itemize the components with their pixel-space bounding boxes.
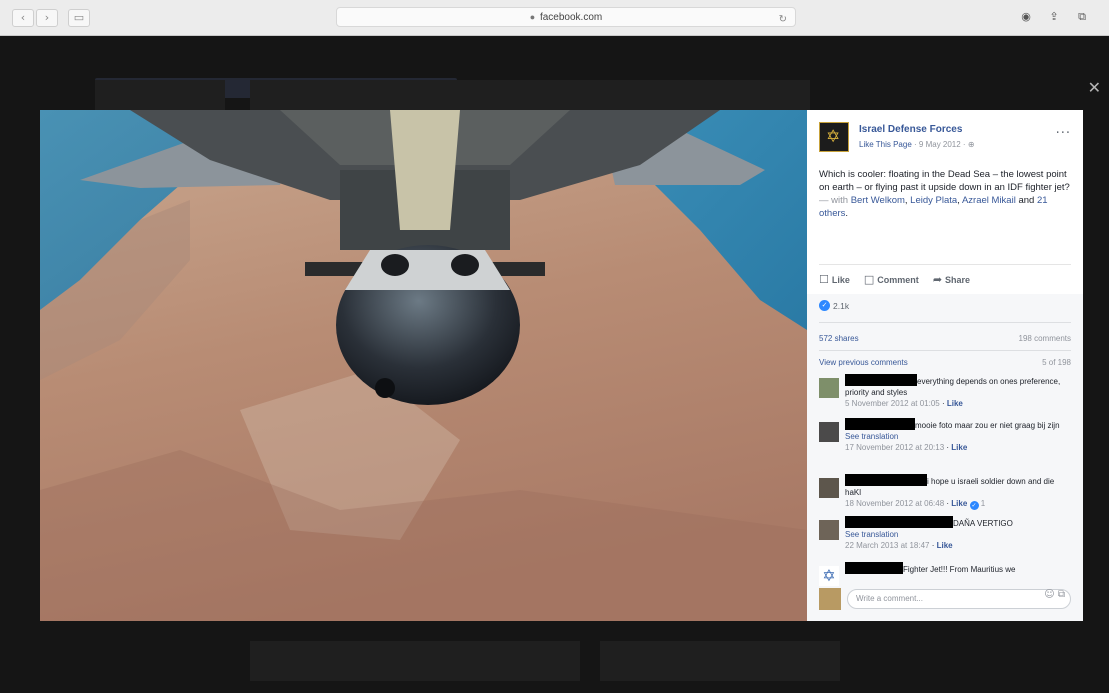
like-button[interactable]: ☐ Like	[819, 273, 850, 286]
blurred-block	[600, 641, 840, 681]
tagged-user-link[interactable]: Bert Welkom	[851, 195, 905, 206]
star-of-david-icon[interactable]: ✡	[819, 566, 839, 586]
commenter-avatar[interactable]	[819, 378, 839, 398]
post-actions: ☐ Like □ Comment ➦ Share	[819, 264, 1071, 294]
current-user-avatar	[819, 588, 841, 610]
comment-text: mooie foto maar zou er niet graag bij zi…	[915, 421, 1060, 430]
comment-time: 22 March 2013 at 18:47	[845, 541, 930, 550]
more-options-icon[interactable]: ···	[1056, 126, 1071, 141]
reaction-count: 2.1k	[833, 300, 850, 311]
comment-item: ✡ Fighter Jet!!! From Mauritius we	[819, 562, 1071, 586]
comment-time: 17 November 2012 at 20:13	[845, 443, 945, 452]
comments-shown-count: 5 of 198	[1042, 358, 1071, 367]
blurred-block	[250, 641, 580, 681]
comment-time: 5 November 2012 at 01:05	[845, 399, 940, 408]
redacted-name	[845, 374, 917, 386]
post-date: · 9 May 2012 · ⊕	[914, 140, 975, 149]
page-avatar[interactable]: ✡	[819, 122, 849, 152]
comment-button[interactable]: □ Comment	[864, 273, 919, 286]
comment-like-link[interactable]: Like	[947, 399, 963, 408]
redacted-name	[845, 562, 903, 574]
tagged-user-link[interactable]: Azrael Mikail	[962, 195, 1016, 206]
comment-body: i hope u israeli soldier down and die ha…	[845, 474, 1071, 510]
sidebar-toggle-icon[interactable]: ▭	[68, 9, 90, 27]
like-reaction-icon: ✓	[969, 501, 979, 510]
comment-time: 18 November 2012 at 06:48	[845, 499, 945, 508]
url-text: facebook.com	[539, 12, 603, 23]
forward-button[interactable]: ›	[36, 9, 58, 27]
commenter-avatar[interactable]	[819, 520, 839, 540]
reload-icon[interactable]: ↻	[779, 11, 787, 29]
comment-body: everything depends on ones preference, p…	[845, 374, 1071, 409]
emoji-photo-icons[interactable]: ☺ ⧉	[1044, 589, 1065, 600]
browser-tools: ◉ ⇪ ⧉	[1017, 8, 1091, 26]
comment-like-link[interactable]: Like	[951, 499, 967, 508]
divider	[819, 322, 1071, 323]
post-caption: Which is cooler: floating in the Dead Se…	[819, 169, 1070, 219]
privacy-icon[interactable]: ◉	[1017, 8, 1035, 26]
see-translation-link[interactable]: See translation	[845, 432, 898, 441]
shares-link[interactable]: 572 shares	[819, 334, 859, 343]
post-side-panel: ✡ Israel Defense Forces Like This Page ·…	[807, 110, 1083, 621]
comment-item: mooie foto maar zou er niet graag bij zi…	[819, 418, 1071, 466]
comment-icon: □	[863, 273, 875, 286]
comment-body: DAÑA VERTIGO See translation 22 March 20…	[845, 516, 1071, 551]
nav-buttons: ‹ › ▭	[12, 9, 90, 27]
address-bar[interactable]: ● facebook.com ↻	[336, 7, 796, 27]
star-of-david-icon: ✡	[826, 127, 841, 147]
comment-body: mooie foto maar zou er niet graag bij zi…	[845, 418, 1071, 453]
see-translation-link[interactable]: See translation	[845, 530, 898, 539]
redacted-name	[845, 418, 915, 430]
like-reaction-icon: ✓	[819, 300, 830, 311]
commenter-avatar[interactable]	[819, 478, 839, 498]
comment-label: Comment	[877, 274, 919, 285]
close-icon[interactable]: ✕	[1088, 78, 1101, 97]
view-previous-comments-link[interactable]: View previous comments	[819, 358, 908, 367]
comment-text: DAÑA VERTIGO	[953, 519, 1013, 528]
comment-like-link[interactable]: Like	[937, 541, 953, 550]
browser-toolbar: ‹ › ▭ ● facebook.com ↻ ◉ ⇪ ⧉	[0, 0, 1109, 36]
comment-item: i hope u israeli soldier down and die ha…	[819, 474, 1071, 510]
lock-icon: ●	[529, 12, 536, 22]
fighter-jet-photo	[40, 110, 807, 621]
redacted-name	[845, 516, 953, 528]
and-label: and	[1018, 195, 1035, 206]
like-page-link[interactable]: Like This Page	[859, 140, 912, 149]
write-comment-box: Write a comment... ☺ ⧉	[819, 586, 1071, 612]
comments-count[interactable]: 198 comments	[1019, 334, 1071, 343]
thumbs-up-icon: ☐	[819, 273, 829, 286]
comment-text: Fighter Jet!!! From Mauritius we	[903, 565, 1016, 574]
tabs-icon[interactable]: ⧉	[1073, 8, 1091, 26]
post-header: ✡ Israel Defense Forces Like This Page ·…	[819, 122, 1071, 158]
back-button[interactable]: ‹	[12, 9, 34, 27]
share-button[interactable]: ➦ Share	[933, 273, 970, 286]
comment-input[interactable]: Write a comment...	[847, 589, 1071, 609]
tagged-user-link[interactable]: Leidy Plata	[910, 195, 957, 206]
comment-item: DAÑA VERTIGO See translation 22 March 20…	[819, 516, 1071, 556]
comment-like-link[interactable]: Like	[951, 443, 967, 452]
commenter-avatar[interactable]	[819, 422, 839, 442]
comment-item: everything depends on ones preference, p…	[819, 374, 1071, 410]
engagement-section: ✓ 2.1k 572 shares 198 comments View prev…	[807, 294, 1083, 621]
divider	[819, 350, 1071, 351]
comment-body: Fighter Jet!!! From Mauritius we	[845, 562, 1071, 575]
with-label: — with	[819, 195, 849, 206]
share-icon: ➦	[932, 273, 943, 286]
redacted-name	[845, 474, 927, 486]
blurred-block	[95, 80, 225, 110]
page-name-link[interactable]: Israel Defense Forces	[859, 124, 962, 135]
post-meta: Like This Page · 9 May 2012 · ⊕	[859, 140, 975, 149]
reaction-summary[interactable]: ✓ 2.1k	[819, 300, 849, 311]
blurred-block	[250, 80, 810, 110]
share-icon[interactable]: ⇪	[1045, 8, 1063, 26]
post-photo[interactable]	[40, 110, 807, 621]
share-label: Share	[945, 274, 971, 285]
caption-text: Which is cooler: floating in the Dead Se…	[819, 169, 1070, 193]
comment-reaction-count: 1	[980, 499, 986, 508]
like-label: Like	[831, 274, 850, 285]
